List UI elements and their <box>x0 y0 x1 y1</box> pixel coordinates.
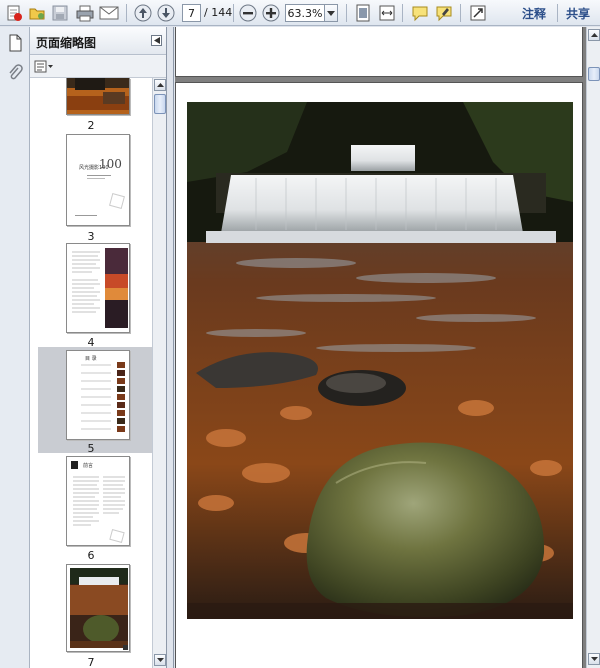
scroll-up-button[interactable] <box>154 79 166 91</box>
options-menu-button[interactable] <box>34 59 54 75</box>
collapse-panel-button[interactable] <box>151 35 162 46</box>
fit-width-icon[interactable] <box>376 3 397 23</box>
navigation-pane-strip <box>0 27 30 668</box>
comment-icon[interactable] <box>409 3 430 23</box>
thumbnail-label: 7 <box>87 656 95 668</box>
email-icon[interactable] <box>98 3 119 23</box>
print-icon[interactable] <box>74 3 95 23</box>
thumbnail-page-5[interactable]: 目 录 <box>66 350 130 440</box>
scroll-thumb[interactable] <box>154 94 166 114</box>
page-thumbnails-panel: 页面缩略图 2 风光摄影100 100 3 4 目 录 5 前言 6 7 <box>30 27 167 668</box>
document-view[interactable] <box>175 27 586 668</box>
share-menu-button[interactable]: 共享 <box>566 5 590 22</box>
thumbnail-title-number: 100 <box>99 157 122 171</box>
thumbnail-label: 6 <box>87 549 95 562</box>
panel-options-bar <box>30 56 166 78</box>
save-icon[interactable] <box>49 3 70 23</box>
chevron-down-icon <box>327 10 335 16</box>
page-thumbnails-icon[interactable] <box>4 31 26 55</box>
chevron-up-icon <box>590 33 598 37</box>
main-toolbar: 7 / 144 63.3% 注释 共享 <box>0 0 600 26</box>
thumbnail-page-4[interactable] <box>66 243 130 333</box>
page-number-input[interactable]: 7 <box>182 4 201 22</box>
zoom-in-icon[interactable] <box>260 3 281 23</box>
zoom-dropdown-button[interactable] <box>324 4 338 22</box>
thumbnail-page-6[interactable]: 前言 <box>66 456 130 546</box>
pane-splitter[interactable] <box>167 27 174 668</box>
previous-page-bottom <box>175 27 583 77</box>
thumbnail-heading: 前言 <box>83 463 94 469</box>
create-pdf-icon[interactable] <box>3 3 24 23</box>
scroll-down-button[interactable] <box>154 654 166 666</box>
waterfall-photo <box>187 102 573 619</box>
thumbnail-page-2[interactable] <box>66 78 130 115</box>
thumbnail-label: 5 <box>87 442 95 455</box>
scroll-thumb[interactable] <box>588 67 600 81</box>
zoom-level-input[interactable]: 63.3% <box>285 4 325 22</box>
thumbnail-page-7[interactable] <box>66 564 130 652</box>
options-icon <box>34 60 53 73</box>
full-screen-icon[interactable] <box>467 3 488 23</box>
chevron-left-icon <box>153 37 160 44</box>
thumbnail-label: 2 <box>87 119 95 132</box>
fit-page-icon[interactable] <box>352 3 373 23</box>
current-page <box>175 82 583 668</box>
open-icon[interactable] <box>26 3 47 23</box>
highlight-icon[interactable] <box>433 3 454 23</box>
thumbnail-label: 3 <box>87 230 95 243</box>
page-count-label: / 144 <box>204 6 233 19</box>
chevron-up-icon <box>156 83 164 87</box>
chevron-down-icon <box>590 657 598 661</box>
thumbnail-list[interactable]: 2 风光摄影100 100 3 4 目 录 5 前言 6 7 <box>30 78 152 668</box>
thumbnails-scrollbar[interactable] <box>152 78 166 668</box>
comment-menu-button[interactable]: 注释 <box>522 5 546 22</box>
thumbnail-page-3[interactable]: 风光摄影100 100 <box>66 134 130 226</box>
previous-page-icon[interactable] <box>132 3 153 23</box>
thumbnail-heading: 目 录 <box>85 356 97 362</box>
scroll-up-button[interactable] <box>588 29 600 41</box>
next-page-icon[interactable] <box>155 3 176 23</box>
panel-header: 页面缩略图 <box>30 27 166 55</box>
chevron-down-icon <box>156 658 164 662</box>
panel-title: 页面缩略图 <box>36 36 97 50</box>
zoom-out-icon[interactable] <box>237 3 258 23</box>
attachments-icon[interactable] <box>4 61 26 85</box>
document-scrollbar[interactable] <box>586 27 600 668</box>
scroll-down-button[interactable] <box>588 653 600 665</box>
